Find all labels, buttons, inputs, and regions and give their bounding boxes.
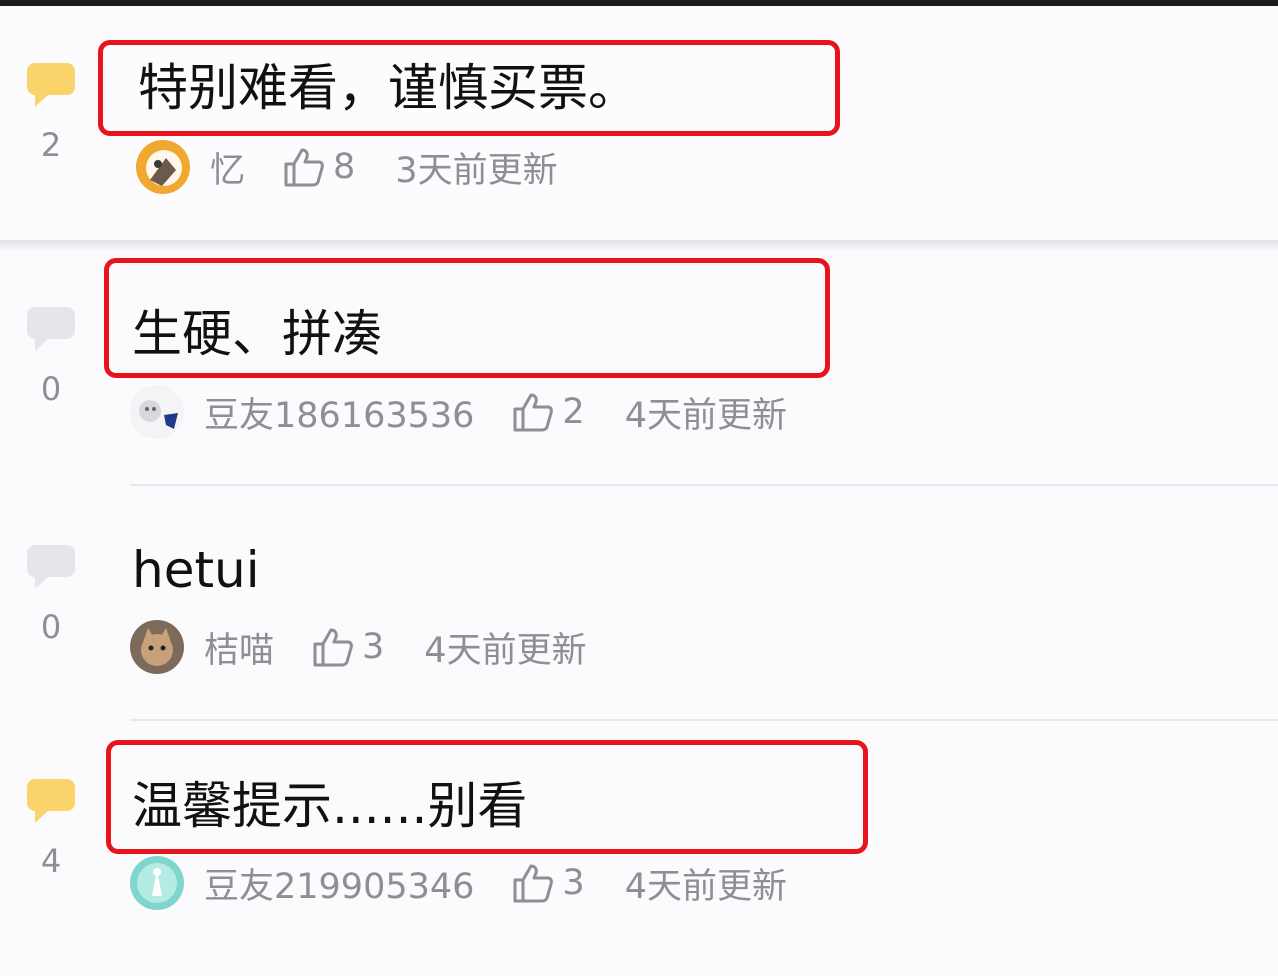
avatar[interactable] xyxy=(130,620,184,674)
like-button[interactable]: 2 xyxy=(512,392,585,432)
thumbs-up-icon xyxy=(513,393,554,432)
highlight-box xyxy=(106,740,868,854)
highlight-box xyxy=(104,258,830,378)
like-button[interactable]: 3 xyxy=(512,863,585,903)
reply-count: 4 xyxy=(40,842,62,880)
speech-bubble-icon xyxy=(27,779,75,823)
like-button[interactable]: 8 xyxy=(283,147,355,187)
like-count: 3 xyxy=(362,627,385,667)
thumbs-up-icon xyxy=(313,628,353,667)
post-meta: 豆友186163536 2 4天前更新 xyxy=(130,385,787,439)
list-divider xyxy=(130,719,1278,721)
update-time: 3天前更新 xyxy=(395,150,558,191)
speech-bubble-icon xyxy=(27,63,75,107)
thumbs-up-icon xyxy=(513,864,554,903)
post-meta: 桔喵 3 4天前更新 xyxy=(130,620,587,674)
avatar[interactable] xyxy=(130,385,184,439)
post-meta: 忆 8 3天前更新 xyxy=(136,140,558,194)
username[interactable]: 桔喵 xyxy=(204,622,274,673)
reply-count-block: 0 xyxy=(26,544,78,646)
update-time: 4天前更新 xyxy=(424,630,587,671)
reply-count-block: 0 xyxy=(26,306,78,408)
update-time: 4天前更新 xyxy=(624,395,787,436)
reply-count: 2 xyxy=(40,126,62,164)
list-divider xyxy=(130,484,1278,486)
like-count: 3 xyxy=(562,863,585,903)
username[interactable]: 忆 xyxy=(210,142,245,193)
post-meta: 豆友219905346 3 4天前更新 xyxy=(130,856,787,910)
reply-count: 0 xyxy=(40,370,62,408)
username[interactable]: 豆友186163536 xyxy=(204,387,474,438)
update-time: 4天前更新 xyxy=(624,866,787,907)
like-button[interactable]: 3 xyxy=(312,627,384,667)
reply-count-block: 2 xyxy=(26,62,78,164)
like-count: 8 xyxy=(333,147,356,187)
thumbs-up-icon xyxy=(284,148,324,187)
avatar[interactable] xyxy=(130,856,184,910)
username[interactable]: 豆友219905346 xyxy=(204,858,474,909)
reply-count: 0 xyxy=(40,608,62,646)
speech-bubble-icon xyxy=(27,545,75,589)
speech-bubble-icon xyxy=(27,307,75,351)
post-title[interactable]: hetui xyxy=(132,542,260,598)
like-count: 2 xyxy=(562,392,585,432)
reply-count-block: 4 xyxy=(26,778,78,880)
highlight-box xyxy=(98,40,840,136)
section-separator xyxy=(0,240,1278,252)
avatar[interactable] xyxy=(136,140,190,194)
